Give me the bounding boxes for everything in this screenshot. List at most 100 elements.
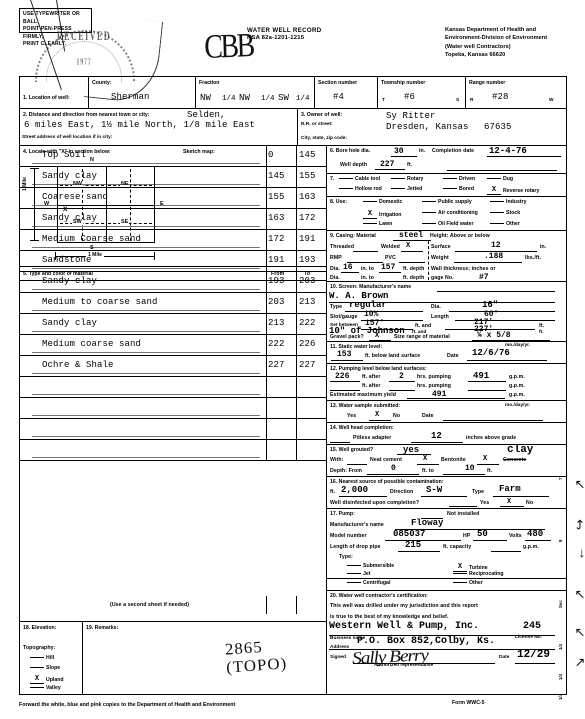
- casing-depth-rule[interactable]: [379, 272, 401, 273]
- casing-dia-rule[interactable]: [341, 272, 359, 273]
- centrifugal-checkbox[interactable]: [347, 582, 361, 583]
- dug-checkbox[interactable]: [487, 178, 501, 179]
- rotary-checkbox[interactable]: [391, 178, 405, 179]
- grout-material-override: clay: [507, 444, 534, 456]
- set-between-to-rule[interactable]: [445, 329, 535, 330]
- topography-slope-checkbox[interactable]: [30, 667, 44, 668]
- static-level-date-rule[interactable]: [467, 360, 547, 361]
- pump-hp-rule[interactable]: [473, 540, 507, 541]
- pump-type-submersible[interactable]: Submersible: [347, 563, 394, 569]
- method-bored[interactable]: Bored: [443, 186, 474, 192]
- oil-field-water-checkbox[interactable]: [422, 223, 436, 224]
- industry-checkbox[interactable]: [490, 201, 504, 202]
- contamination-dir-rule[interactable]: [421, 496, 467, 497]
- use-industry[interactable]: Industry: [490, 199, 526, 205]
- lawn-checkbox[interactable]: [363, 223, 377, 224]
- other-use-checkbox[interactable]: [490, 223, 504, 224]
- disinfected-no-mark: X: [507, 498, 512, 506]
- method-hollow-rod[interactable]: Hollow rod: [339, 186, 382, 192]
- pumping-row1-gpm-rule[interactable]: [468, 381, 506, 382]
- irrigation-checkbox[interactable]: X: [363, 210, 377, 219]
- pump-volts-rule[interactable]: [525, 540, 551, 541]
- use-domestic[interactable]: Domestic: [363, 199, 402, 205]
- method-driven[interactable]: Driven: [443, 176, 475, 182]
- topography-hill-checkbox[interactable]: [30, 657, 44, 658]
- method-cable-tool[interactable]: Cable tool: [339, 176, 380, 182]
- drop-pipe-capacity-rule[interactable]: [491, 551, 521, 552]
- max-yield-rule[interactable]: [407, 398, 505, 399]
- reverse-rotary-checkbox[interactable]: X: [487, 186, 501, 195]
- method-jetted[interactable]: Jetted: [391, 186, 422, 192]
- public-supply-checkbox[interactable]: [422, 201, 436, 202]
- use-lawn[interactable]: Lawn: [363, 221, 392, 227]
- screen-type-rule[interactable]: [345, 311, 423, 312]
- other-pump-checkbox[interactable]: [453, 582, 467, 583]
- static-level-rule[interactable]: [331, 360, 363, 361]
- pumping-row2-depth-rule[interactable]: [330, 390, 360, 391]
- address-label: Address: [330, 645, 350, 650]
- stock-checkbox[interactable]: [490, 212, 504, 213]
- domestic-checkbox[interactable]: [363, 201, 377, 202]
- welded-rule[interactable]: [401, 251, 423, 252]
- material-from-depth: 145: [268, 171, 285, 181]
- pump-type-other[interactable]: Other: [453, 580, 483, 586]
- disinfected-yes-checkbox[interactable]: [449, 506, 477, 507]
- neat-cement-checkbox[interactable]: [347, 464, 367, 465]
- use-other[interactable]: Other: [490, 221, 520, 227]
- driven-checkbox[interactable]: [443, 178, 457, 179]
- topography-option-slope[interactable]: Slope: [30, 665, 60, 671]
- topography-option-hill[interactable]: Hill: [30, 655, 54, 661]
- screen-mfr-rule[interactable]: [437, 291, 555, 292]
- drop-pipe-rule[interactable]: [398, 551, 440, 552]
- gravel-size-rule[interactable]: [472, 340, 550, 341]
- topography-option-upland[interactable]: X Upland: [30, 675, 64, 684]
- pump-type-reciprocating[interactable]: Reciprocating: [453, 571, 504, 577]
- threaded-rule[interactable]: [353, 251, 378, 252]
- pump-model-rule[interactable]: [385, 540, 461, 541]
- topography-valley-checkbox[interactable]: [30, 687, 44, 688]
- jetted-checkbox[interactable]: [391, 188, 405, 189]
- use-stock[interactable]: Stock: [490, 210, 520, 216]
- topography-upland-checkbox[interactable]: X: [30, 675, 44, 684]
- cable-tool-checkbox[interactable]: [339, 178, 353, 179]
- method-rotary[interactable]: Rotary: [391, 176, 423, 182]
- weight-rule[interactable]: [454, 262, 522, 263]
- pump-type-centrifugal[interactable]: Centrifugal: [347, 580, 390, 586]
- grout-depth-from-rule[interactable]: [367, 474, 419, 475]
- disinfected-no-checkbox[interactable]: [500, 506, 524, 507]
- neat-cement-mark-rule[interactable]: [417, 464, 439, 465]
- method-dug[interactable]: Dug: [487, 176, 513, 182]
- pumping-row2-gpm-rule[interactable]: [468, 390, 506, 391]
- submersible-checkbox[interactable]: [347, 565, 361, 566]
- pumping-row1-depth-rule[interactable]: [330, 381, 360, 382]
- set-between-from-rule[interactable]: [361, 329, 413, 330]
- gravel-pack-rule[interactable]: [369, 340, 391, 341]
- pvc-rule[interactable]: [399, 262, 425, 263]
- pumping-row2-hrs-rule[interactable]: [389, 390, 415, 391]
- method-reverse-rotary[interactable]: X Reverse rotary: [487, 186, 539, 195]
- pitless-adapter-checkbox[interactable]: [330, 442, 350, 443]
- contamination-ft-rule[interactable]: [339, 496, 387, 497]
- use-irrigation[interactable]: X Irrigation: [363, 210, 401, 219]
- pumping-row1-hrs-rule[interactable]: [389, 381, 415, 382]
- signed-date-rule[interactable]: [515, 663, 555, 664]
- water-sample-date-rule[interactable]: [443, 420, 543, 421]
- jet-checkbox[interactable]: [347, 573, 361, 574]
- topography-option-valley[interactable]: Valley: [30, 685, 61, 691]
- screen-length-rule[interactable]: [455, 320, 555, 321]
- water-sample-checkbox-rule[interactable]: [369, 420, 391, 421]
- set-between-unit: ft.: [539, 323, 545, 329]
- well-head-rule[interactable]: [411, 442, 463, 443]
- reciprocating-checkbox[interactable]: [453, 573, 467, 574]
- use-public-supply[interactable]: Public supply: [422, 199, 472, 205]
- grout-depth-to-rule[interactable]: [443, 474, 485, 475]
- bentonite-mark-rule[interactable]: [477, 464, 499, 465]
- air-conditioning-checkbox[interactable]: [422, 212, 436, 213]
- screen-dia-rule[interactable]: [449, 311, 555, 312]
- use-oil-field-water[interactable]: Oil Field water: [422, 221, 473, 227]
- bored-checkbox[interactable]: [443, 188, 457, 189]
- pump-type-jet[interactable]: Jet: [347, 571, 371, 577]
- contamination-type-rule[interactable]: [493, 496, 549, 497]
- hollow-rod-checkbox[interactable]: [339, 188, 353, 189]
- use-air-conditioning[interactable]: Air conditioning: [422, 210, 478, 216]
